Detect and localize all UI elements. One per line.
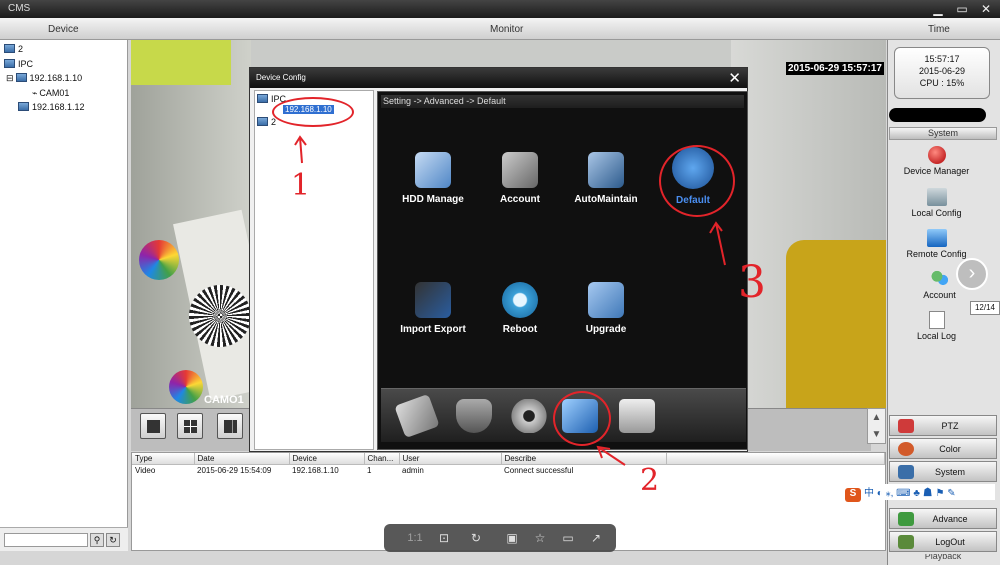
clock-time: 15:57:17: [924, 54, 960, 64]
video-yellow-jacket: [786, 240, 886, 408]
red-button-icon: [927, 146, 946, 164]
comment-icon[interactable]: ▭: [560, 530, 576, 546]
annotation-arrows: [294, 135, 726, 466]
star-icon[interactable]: ☆: [532, 530, 548, 546]
device-search-bar: ⚲ ↻: [0, 527, 128, 551]
window-titlebar: CMS ▁ ▭ ✕: [0, 0, 1000, 18]
annotation-circle-1: [272, 97, 354, 127]
log-header-date[interactable]: Date: [194, 453, 290, 465]
fit-screen-icon[interactable]: ⊡: [436, 530, 452, 546]
tab-color[interactable]: Color: [889, 438, 997, 459]
breadcrumb: Setting -> Advanced -> Default: [381, 95, 744, 108]
time-column-header: Time: [928, 24, 950, 35]
layout-4-button[interactable]: [177, 413, 203, 439]
cpu-usage: CPU : 15%: [919, 78, 965, 88]
maximize-icon[interactable]: ▭: [952, 1, 972, 17]
close-icon[interactable]: ✕: [976, 1, 996, 17]
log-header-type[interactable]: Type: [132, 453, 195, 465]
dialog-titlebar: Device Config ✕: [250, 68, 747, 88]
layout-1-button[interactable]: [140, 413, 166, 439]
dialog-close-icon[interactable]: ✕: [728, 69, 741, 87]
next-page-chevron-icon[interactable]: ›: [956, 258, 988, 290]
tab-playback-partial[interactable]: Playback: [889, 554, 997, 565]
clock-widget: 15:57:17 2015-06-29 CPU : 15%: [894, 47, 990, 99]
rotate-icon[interactable]: ↻: [468, 530, 484, 546]
tree-item-device-12[interactable]: 192.168.1.12: [18, 102, 85, 112]
save-icon[interactable]: ▣: [504, 530, 520, 546]
users-icon: [929, 270, 950, 288]
tree-item-group-2[interactable]: 2: [4, 44, 23, 54]
device-tree-panel: 2 IPC ⊟ 192.168.1.10 ⌁ CAM01 192.168.1.12: [0, 40, 128, 527]
video-timestamp-overlay: 2015-06-29 15:57:17: [786, 62, 884, 75]
color-wheel: [169, 370, 203, 404]
collapse-icon[interactable]: ⊟: [6, 73, 14, 83]
refresh-icon[interactable]: ↻: [106, 533, 120, 547]
window-title: CMS: [8, 3, 31, 14]
remote-config-icon: [926, 229, 947, 247]
dialog-tree-group-2[interactable]: 2: [257, 117, 276, 127]
siemens-star: [189, 285, 251, 347]
local-config-icon: [926, 188, 947, 206]
column-header-bar: Device Monitor Time: [0, 18, 1000, 40]
dialog-title: Device Config: [256, 73, 306, 82]
tab-logout[interactable]: LogOut: [889, 531, 997, 552]
layout-scroll-arrows[interactable]: ▲ ▼: [867, 408, 886, 444]
device-manager-button[interactable]: Device Manager: [889, 146, 984, 176]
group-icon: [257, 117, 268, 126]
clock-date: 2015-06-29: [918, 66, 966, 76]
layout-9-button[interactable]: [217, 413, 243, 439]
zoom-1to1-button[interactable]: 1:1: [404, 530, 426, 546]
group-icon: [4, 44, 15, 53]
remote-config-button[interactable]: Remote Config: [889, 229, 984, 259]
local-config-button[interactable]: Local Config: [889, 188, 984, 218]
device-icon: [18, 102, 29, 111]
document-icon: [928, 311, 945, 329]
device-search-input[interactable]: [4, 533, 88, 547]
floating-viewer-toolbar: 1:1 ⊡ ↻ ▣ ☆ ▭ ↗: [384, 524, 616, 552]
sogou-icon: S: [845, 488, 861, 502]
video-yellow-object: [131, 40, 231, 85]
device-icon: [15, 73, 27, 82]
minimize-icon[interactable]: ▁: [928, 1, 948, 17]
tree-item-device-10[interactable]: ⊟ 192.168.1.10: [6, 73, 82, 84]
ime-toolbar[interactable]: S中 ◐ ⁎, ⌨ ♣ ☗ ⚑ ✎: [845, 484, 995, 502]
device-column-header: Device: [48, 24, 79, 35]
camera-label-overlay: CAMO1: [204, 394, 244, 406]
camera-icon: ⌁: [32, 88, 38, 98]
tab-advance[interactable]: Advance: [889, 508, 997, 529]
tree-item-cam01[interactable]: ⌁ CAM01: [32, 88, 69, 99]
group-icon: [4, 59, 15, 68]
page-indicator: 12/14: [970, 301, 1000, 315]
share-icon[interactable]: ↗: [588, 530, 604, 546]
group-icon: [257, 94, 268, 103]
search-icon[interactable]: ⚲: [90, 533, 104, 547]
system-panel-header: System: [889, 127, 997, 140]
local-log-button[interactable]: Local Log: [889, 311, 984, 341]
tab-ptz[interactable]: PTZ: [889, 415, 997, 436]
monitor-column-header: Monitor: [490, 24, 524, 35]
color-wheel: [139, 240, 179, 280]
status-bar-black: [889, 108, 986, 122]
tree-item-ipc[interactable]: IPC: [4, 59, 33, 69]
tab-system[interactable]: System: [889, 461, 997, 482]
